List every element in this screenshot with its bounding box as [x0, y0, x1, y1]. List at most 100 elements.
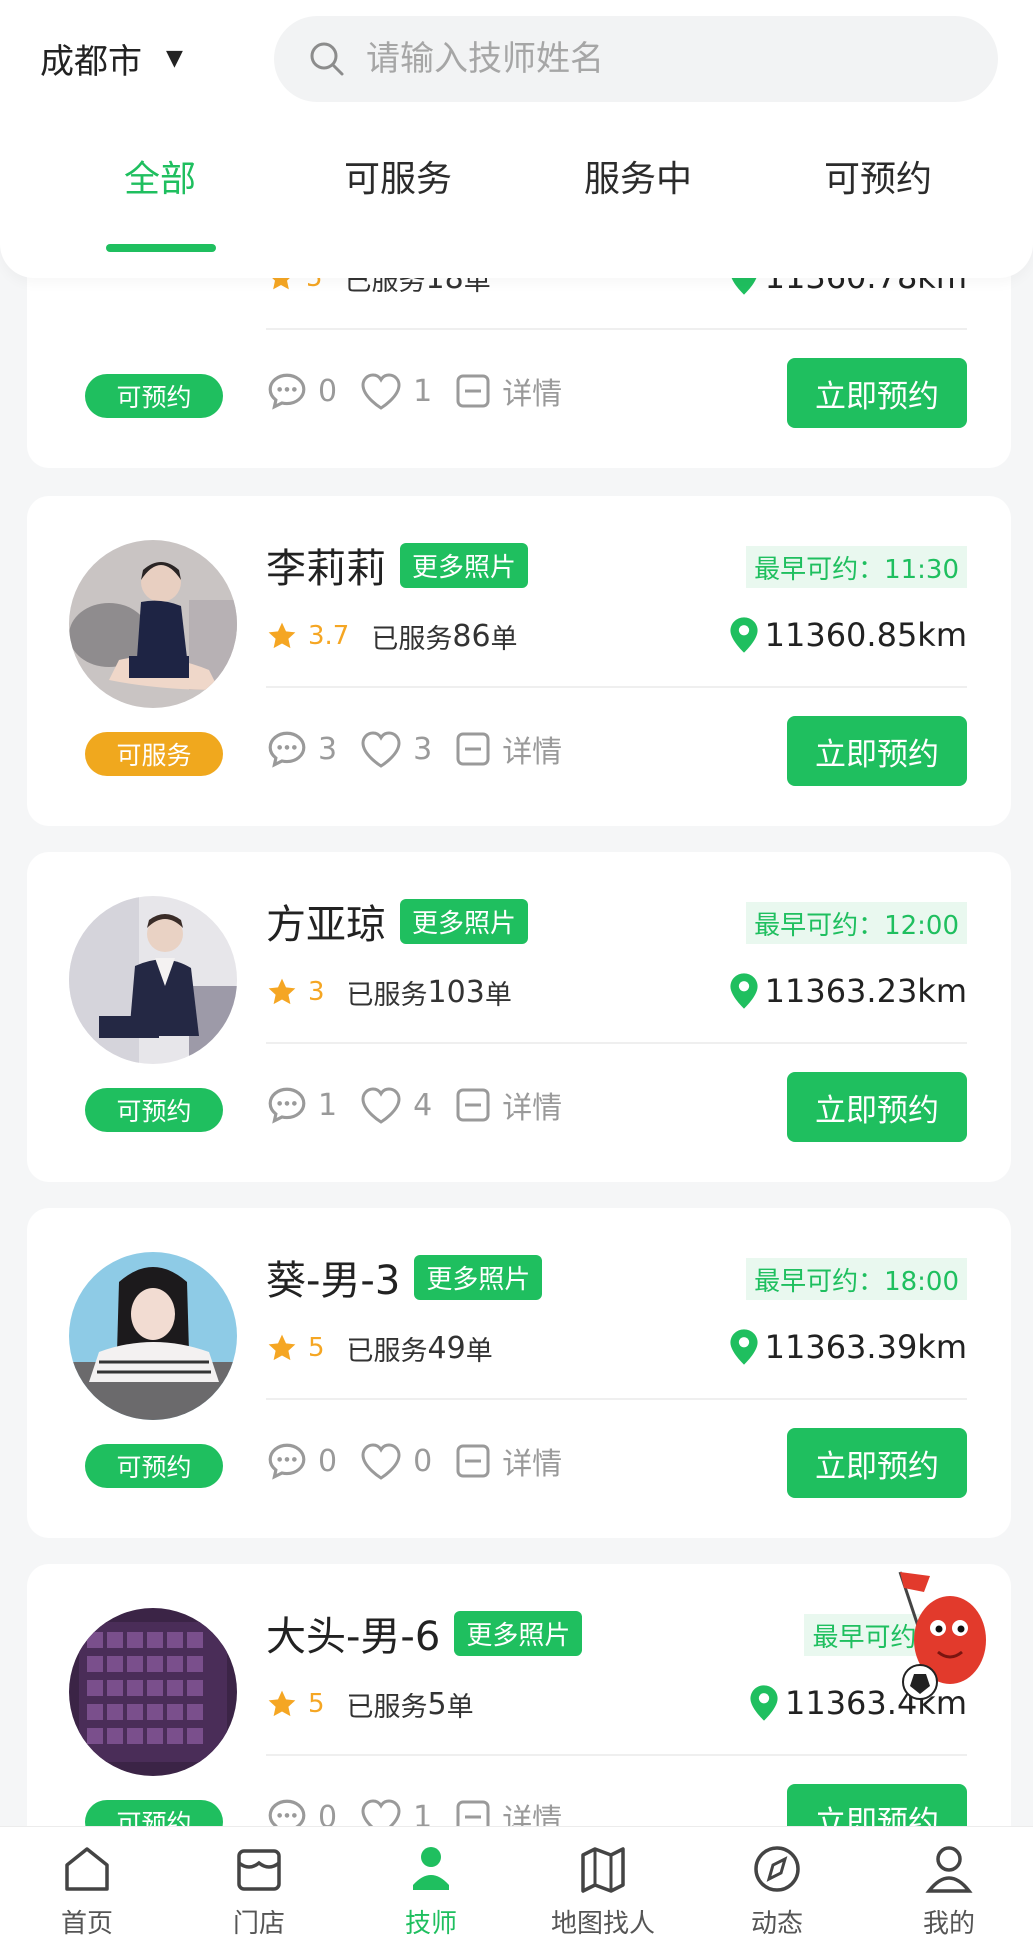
comment-button[interactable]: 0: [266, 370, 337, 412]
star-icon: [268, 1334, 296, 1361]
avatar[interactable]: [69, 540, 237, 708]
bottom-nav: 首页 门店 技师 地图找人 动态 我的: [0, 1826, 1033, 1954]
avatar[interactable]: [69, 1608, 237, 1776]
technician-card[interactable]: 李莉莉 更多照片 最早可约：11:30 3.7 已服务 86 单 11360.85k…: [27, 496, 1011, 826]
comment-count: 1: [318, 1087, 338, 1123]
book-now-button[interactable]: 立即预约: [787, 1428, 967, 1498]
more-photos-button[interactable]: 更多照片: [414, 1254, 543, 1300]
more-photos-button[interactable]: 更多照片: [400, 898, 529, 944]
more-photos-button[interactable]: 更多照片: [454, 1610, 583, 1656]
technician-name: 葵-男-3: [266, 1258, 401, 1304]
status-badge: 可预约: [85, 1088, 223, 1132]
search-input[interactable]: [366, 39, 926, 79]
card-actions: 1 4 详情: [266, 1078, 584, 1132]
comment-count: 3: [318, 731, 338, 767]
served-count: 86: [452, 618, 491, 654]
nav-feed-label: 动态: [750, 1909, 803, 1939]
heart-icon: [361, 373, 401, 410]
served-count: 5: [427, 1686, 447, 1722]
nav-home-label: 首页: [60, 1909, 113, 1939]
card-divider: [266, 1754, 967, 1756]
nav-store[interactable]: 门店: [184, 1841, 334, 1940]
avatar[interactable]: [69, 1252, 237, 1420]
like-button[interactable]: 0: [359, 1441, 432, 1481]
tab-in-service[interactable]: 服务中: [538, 150, 738, 202]
served-unit: 单: [465, 1335, 493, 1367]
distance: 11363.23km: [727, 966, 967, 1016]
avatar[interactable]: [69, 896, 237, 1064]
distance: 11363.39km: [727, 1322, 967, 1372]
status-badge: 可预约: [85, 374, 223, 418]
technician-card[interactable]: 葵-男-3 更多照片 最早可约：18:00 5 已服务 49 单 11363.39k…: [27, 1208, 1011, 1538]
like-button[interactable]: 3: [359, 729, 432, 769]
served-label: 已服务: [371, 623, 453, 655]
distance: 11360.85km: [727, 610, 967, 660]
heart-icon: [361, 731, 401, 768]
location-pin-icon: [730, 617, 758, 653]
comment-count: 0: [318, 373, 338, 409]
name-row: 方亚琼 更多照片: [266, 896, 529, 948]
technician-icon: [413, 1847, 449, 1890]
earliest-available: 最早可约：11:30: [746, 546, 967, 588]
search-icon: [310, 42, 344, 76]
technician-card[interactable]: 方亚琼 更多照片 最早可约：12:00 3 已服务 103 单 11363.23km…: [27, 852, 1011, 1182]
detail-icon: [456, 732, 490, 766]
map-icon: [581, 1847, 625, 1893]
filter-tabs: 全部 可服务 服务中 可预约: [0, 150, 1033, 250]
served-count: 103: [427, 974, 485, 1010]
detail-label: 详情: [502, 1091, 563, 1126]
city-selector[interactable]: 成都市 ▼: [40, 28, 183, 88]
nav-technician[interactable]: 技师: [356, 1841, 506, 1940]
distance-value: 11363.39km: [764, 1328, 967, 1366]
tab-bookable[interactable]: 可预约: [778, 150, 978, 202]
mascot-sticker[interactable]: [880, 1562, 1010, 1716]
search-bar[interactable]: [274, 16, 998, 102]
comment-button[interactable]: 1: [266, 1084, 337, 1126]
like-count: 4: [413, 1087, 433, 1123]
nav-home[interactable]: 首页: [12, 1841, 162, 1940]
detail-label: 详情: [502, 377, 563, 412]
like-count: 0: [413, 1443, 433, 1479]
nav-feed[interactable]: 动态: [702, 1841, 852, 1940]
comment-button[interactable]: 0: [266, 1440, 337, 1482]
detail-button[interactable]: 详情: [454, 727, 562, 771]
name-row: 大头-男-6 更多照片: [266, 1608, 583, 1660]
detail-icon: [456, 1088, 490, 1122]
tab-serviceable[interactable]: 可服务: [298, 150, 498, 202]
comment-button[interactable]: 3: [266, 728, 337, 770]
detail-button[interactable]: 详情: [454, 1083, 562, 1127]
more-photos-button[interactable]: 更多照片: [400, 542, 529, 588]
like-count: 1: [413, 373, 433, 409]
served-unit: 单: [490, 623, 518, 655]
card-actions: 3 3 详情: [266, 722, 584, 776]
status-badge: 可预约: [85, 1444, 223, 1488]
location-pin-icon: [750, 1685, 778, 1721]
nav-profile[interactable]: 我的: [874, 1841, 1024, 1940]
served-label: 已服务: [346, 1691, 428, 1723]
rating-row: 3 已服务 103 单: [266, 970, 512, 1014]
served-label: 已服务: [346, 979, 428, 1011]
like-button[interactable]: 1: [359, 371, 432, 411]
book-now-button[interactable]: 立即预约: [787, 1072, 967, 1142]
like-button[interactable]: 4: [359, 1085, 432, 1125]
book-now-button[interactable]: 立即预约: [787, 716, 967, 786]
home-icon: [65, 1847, 109, 1891]
like-count: 3: [413, 731, 433, 767]
comment-icon: [268, 373, 306, 410]
store-icon: [237, 1849, 281, 1891]
card-actions: 0 0 详情: [266, 1434, 584, 1488]
served-unit: 单: [484, 979, 512, 1011]
top-header: 成都市 ▼ 全部 可服务 服务中 可预约: [0, 0, 1033, 278]
name-row: 葵-男-3 更多照片: [266, 1252, 543, 1304]
rating-row: 3.7 已服务 86 单: [266, 614, 518, 658]
detail-button[interactable]: 详情: [454, 1439, 562, 1483]
card-divider: [266, 328, 967, 330]
star-icon: [268, 622, 296, 649]
book-now-button[interactable]: 立即预约: [787, 358, 967, 428]
detail-button[interactable]: 详情: [454, 369, 562, 413]
nav-technician-label: 技师: [404, 1909, 457, 1939]
tab-all[interactable]: 全部: [60, 150, 260, 202]
nav-map[interactable]: 地图找人: [528, 1841, 678, 1940]
comment-icon: [268, 1087, 306, 1124]
detail-label: 详情: [502, 735, 563, 770]
